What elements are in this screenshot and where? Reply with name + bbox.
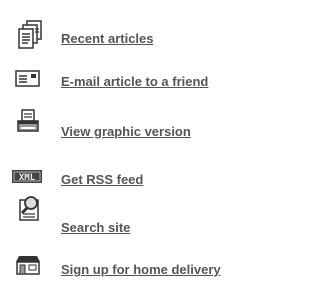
tool-row-search-site: Search site [0, 196, 289, 235]
search-site-link[interactable]: Search site [61, 220, 130, 235]
recent-articles-link[interactable]: Recent articles [61, 31, 154, 46]
printer-icon[interactable] [15, 108, 43, 134]
tool-row-recent-articles: Recent articles [0, 20, 289, 54]
article-tools-list: Recent articles E-mail article to a frie… [0, 0, 289, 287]
envelope-icon[interactable] [14, 66, 42, 92]
svg-text:XML: XML [19, 173, 36, 183]
home-delivery-link[interactable]: Sign up for home delivery [61, 262, 221, 277]
tool-row-email-article: E-mail article to a friend [0, 64, 289, 94]
house-icon[interactable] [14, 252, 42, 278]
tool-row-home-delivery: Sign up for home delivery [0, 256, 289, 286]
email-article-link[interactable]: E-mail article to a friend [61, 74, 208, 89]
rss-feed-link[interactable]: Get RSS feed [61, 172, 143, 187]
xml-badge-icon[interactable]: XML [12, 170, 42, 186]
stacked-documents-icon[interactable] [16, 20, 44, 50]
tool-row-graphic-version: View graphic version [0, 109, 289, 146]
graphic-version-link[interactable]: View graphic version [61, 124, 191, 139]
magnifier-document-icon[interactable] [16, 194, 44, 224]
